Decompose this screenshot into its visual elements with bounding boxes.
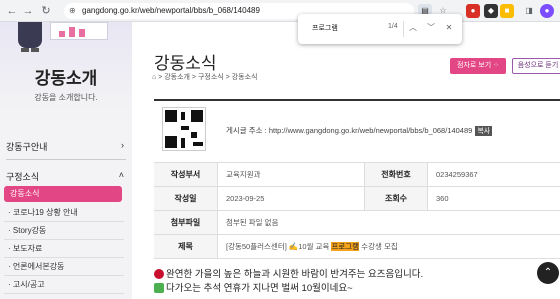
button-label: 음성으로 듣기 xyxy=(517,62,559,69)
copy-button[interactable]: 복사 xyxy=(475,126,493,136)
home-icon[interactable]: ⌂ xyxy=(152,74,156,81)
sidebar-menu-label: 강동구안내 xyxy=(6,142,48,152)
article-address: 게시글 주소 : http://www.gangdong.go.kr/web/n… xyxy=(218,125,558,136)
find-next-icon[interactable]: ﹀ xyxy=(424,21,438,35)
leg-icon xyxy=(31,48,39,52)
sidepanel-icon[interactable]: ◨ xyxy=(522,4,536,18)
pencil-icon: ✍ xyxy=(288,242,299,251)
scroll-top-button[interactable]: ⌃ xyxy=(537,262,559,284)
browser-toolbar: ← → ↻ ⊕ gangdong.go.kr/web/newportal/bbs… xyxy=(0,0,560,22)
reload-icon[interactable]: ↻ xyxy=(38,3,54,19)
back-icon[interactable]: ← xyxy=(4,3,20,19)
subject-header: 제목 xyxy=(154,235,218,258)
phone-header: 전화번호 xyxy=(364,163,428,186)
author-header: 작성부서 xyxy=(154,163,218,186)
sidebar-menu-news[interactable]: 구정소식 ˄ xyxy=(6,170,126,186)
find-close-icon[interactable]: ✕ xyxy=(442,21,456,35)
table-row: 게시글 주소 : http://www.gangdong.go.kr/web/n… xyxy=(154,101,560,163)
extension2-icon[interactable]: ◆ xyxy=(484,4,498,18)
extension3-icon[interactable]: ■ xyxy=(500,4,514,18)
profile-avatar[interactable]: ● xyxy=(540,4,554,18)
breadcrumb-item[interactable]: 강동소식 xyxy=(232,74,258,81)
board-bar xyxy=(79,29,85,37)
table-row: 제목 [강동50플러스센터] ✍10월 교육 프로그램 수강생 모집 xyxy=(154,235,560,259)
site-info-icon[interactable]: ⊕ xyxy=(69,3,76,19)
subject-prefix: [강동50플러스센터] xyxy=(226,242,289,251)
body-text: 완연한 가을의 높은 하늘과 시원한 바람이 반겨주는 요즈음입니다. xyxy=(166,269,424,280)
sidebar-title: 강동소개 xyxy=(34,69,98,88)
breadcrumb-item[interactable]: 강동소개 xyxy=(164,74,190,81)
chevron-right-icon: › xyxy=(121,140,124,150)
body-line: 다가오는 추석 연휴가 지나면 벌써 10월이네요~ xyxy=(154,282,423,296)
find-divider xyxy=(403,21,404,37)
attach-value: 첨부된 파일 없음 xyxy=(226,218,279,227)
check-icon xyxy=(154,283,164,294)
find-prev-icon[interactable]: ︿ xyxy=(406,21,420,35)
find-count: 1/4 xyxy=(388,23,398,30)
date-value: 2023-09-25 xyxy=(226,194,265,203)
find-bar: 프로그램 1/4 ︿ ﹀ ✕ xyxy=(298,14,462,44)
person-illustration xyxy=(18,22,42,52)
sidebar-item[interactable]: · 보도자료 xyxy=(4,240,124,258)
body-text: 다가오는 추석 연휴가 지나면 벌써 10월이네요~ xyxy=(166,283,353,294)
sidebar: 강동소개 강동을 소개합니다. 강동구안내 › 구정소식 ˄ 강동소식 · 코로… xyxy=(0,22,132,299)
board-bar xyxy=(69,27,75,37)
leg-icon xyxy=(21,48,29,52)
sidebar-item-active[interactable]: 강동소식 xyxy=(4,186,122,202)
sidebar-item-label: 보도자료 xyxy=(12,244,43,253)
braille-view-button[interactable]: 점자로 보기 ⁘ xyxy=(450,58,506,74)
page-title: 강동소식 xyxy=(154,54,217,73)
sidebar-subtitle: 강동을 소개합니다. xyxy=(34,93,98,102)
address-text: gangdong.go.kr/web/newportal/bbs/b_068/1… xyxy=(82,6,260,15)
table-row: 첨부파일 첨부된 파일 없음 xyxy=(154,211,560,235)
sidebar-menu-label: 구정소식 xyxy=(6,172,40,182)
phone-value: 0234259367 xyxy=(436,170,478,179)
sidebar-item[interactable]: · 고시/공고 xyxy=(4,276,124,294)
extension-icon[interactable]: ● xyxy=(466,4,480,18)
body-line: 완연한 가을의 높은 하늘과 시원한 바람이 반겨주는 요즈음입니다. xyxy=(154,268,423,282)
listen-audio-button[interactable]: 음성으로 듣기 xyxy=(512,58,560,74)
views-header: 조회수 xyxy=(364,187,428,210)
author-value: 교육지원과 xyxy=(226,170,261,179)
sidebar-item[interactable]: · 코로나19 상황 안내 xyxy=(4,204,124,222)
sidebar-item[interactable]: · 언론에서본강동 xyxy=(4,258,124,276)
sidebar-item-label: Story강동 xyxy=(12,226,47,235)
breadcrumb: ⌂ > 강동소개 > 구정소식 > 강동소식 xyxy=(152,74,258,81)
views-value: 360 xyxy=(436,194,449,203)
forward-icon[interactable]: → xyxy=(20,3,36,19)
find-input[interactable]: 프로그램 xyxy=(312,23,338,33)
table-row: 작성일 2023-09-25 조회수 360 xyxy=(154,187,560,211)
subject-text: 10월 교육 xyxy=(298,242,330,251)
breadcrumb-item[interactable]: 구정소식 xyxy=(198,74,224,81)
date-header: 작성일 xyxy=(154,187,218,210)
chart-board-illustration xyxy=(50,22,108,40)
sidebar-menu-gangdong[interactable]: 강동구안내 › xyxy=(6,140,126,160)
find-highlight: 프로그램 xyxy=(331,242,360,251)
sidebar-item-label: 고시/공고 xyxy=(12,280,45,289)
sidebar-item-label: 강동소식 xyxy=(10,189,40,198)
sidebar-item-label: 코로나19 상황 안내 xyxy=(12,208,78,217)
sidebar-item[interactable]: · Story강동 xyxy=(4,222,124,240)
leaf-icon xyxy=(154,269,164,280)
button-label: 점자로 보기 xyxy=(457,62,492,69)
subject-value: [강동50플러스센터] ✍10월 교육 프로그램 수강생 모집 xyxy=(218,235,398,258)
article-body: 완연한 가을의 높은 하늘과 시원한 바람이 반겨주는 요즈음입니다. 다가오는… xyxy=(154,268,423,296)
chevron-up-icon: ˄ xyxy=(118,170,124,180)
sidebar-item-label: 언론에서본강동 xyxy=(12,262,65,271)
main-content: 강동소식 ⌂ > 강동소개 > 구정소식 > 강동소식 점자로 보기 ⁘ 음성으… xyxy=(132,22,560,299)
address-text: 게시글 주소 : http://www.gangdong.go.kr/web/n… xyxy=(226,126,473,135)
qr-code xyxy=(162,107,206,151)
board-bar xyxy=(59,31,65,37)
table-row: 작성부서 교육지원과 전화번호 0234259367 xyxy=(154,163,560,187)
attach-header: 첨부파일 xyxy=(154,211,218,234)
subject-suffix: 수강생 모집 xyxy=(359,242,398,251)
article-info-table: 게시글 주소 : http://www.gangdong.go.kr/web/n… xyxy=(154,99,560,259)
